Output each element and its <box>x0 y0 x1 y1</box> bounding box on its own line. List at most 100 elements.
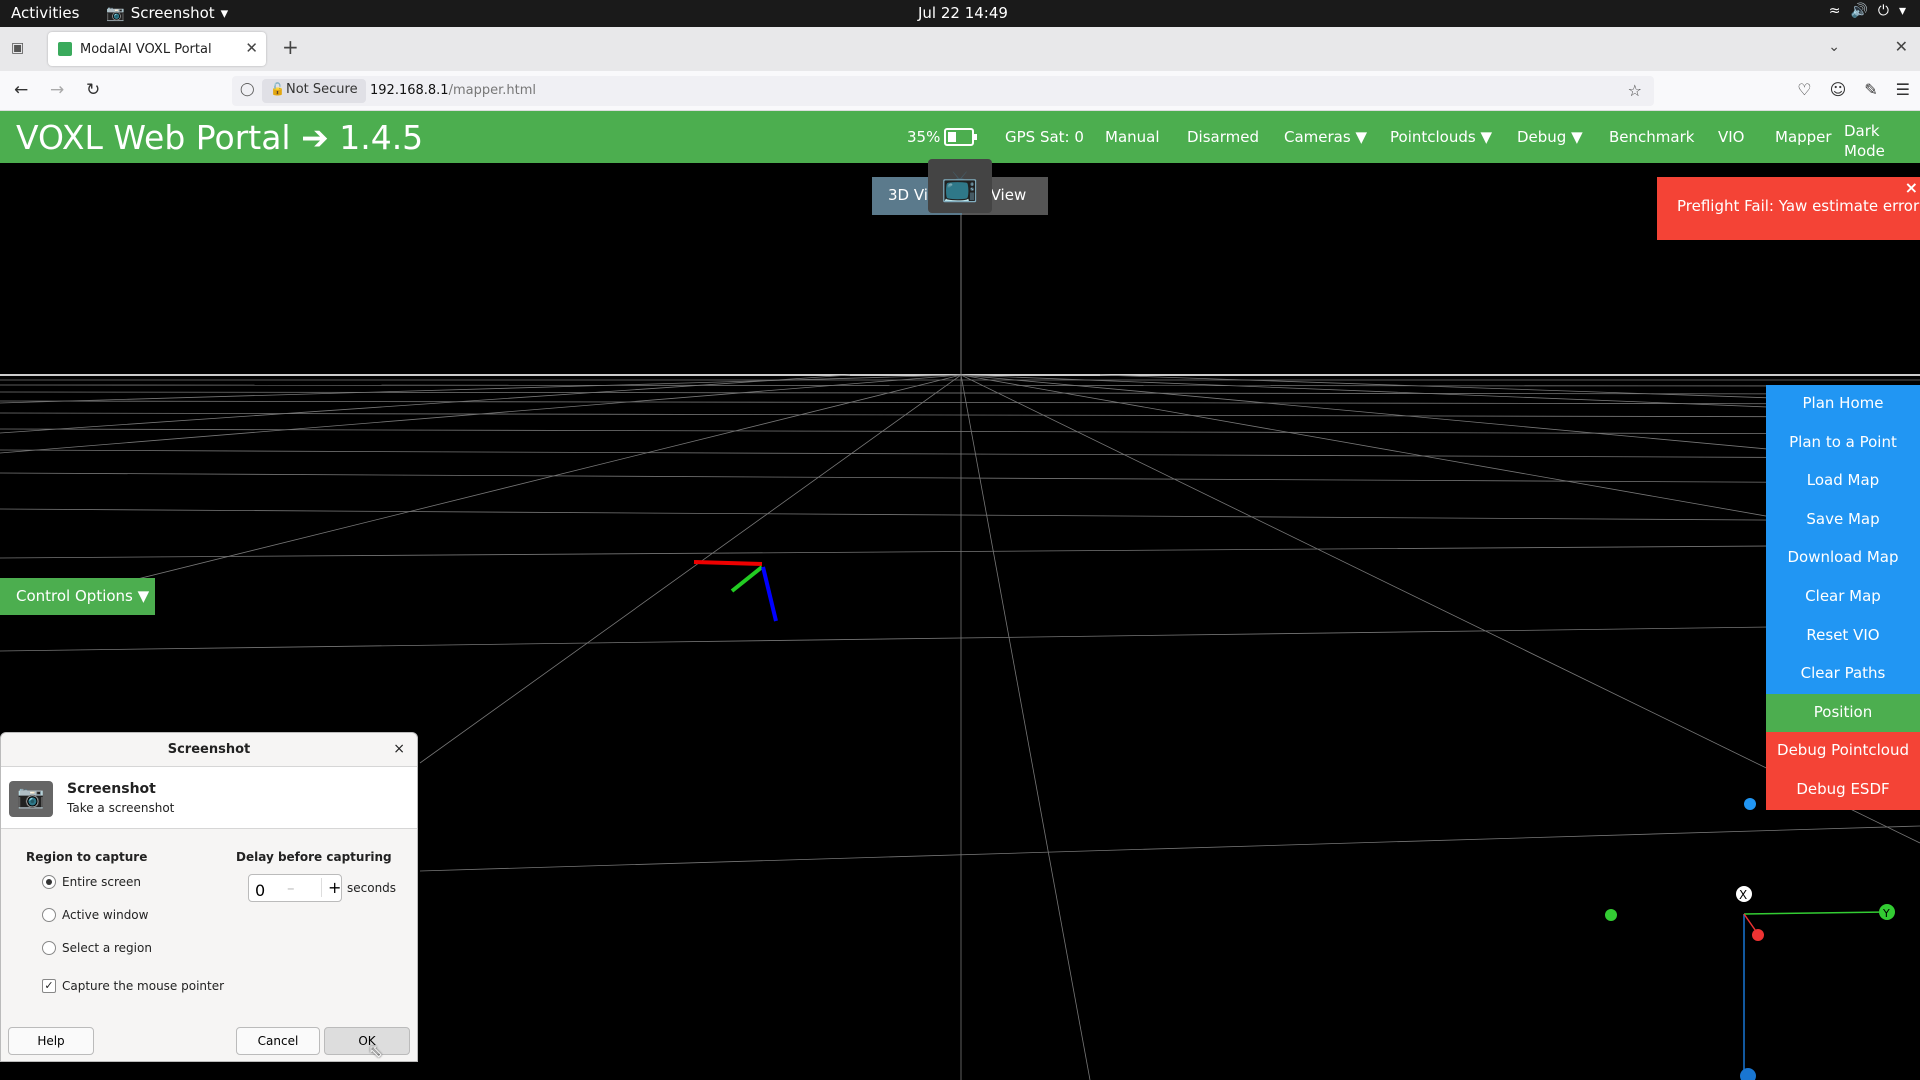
nav-pointclouds[interactable]: Pointclouds ▼ <box>1390 128 1492 146</box>
power-icon: ⏻ <box>1877 3 1889 19</box>
radio-window-label: Active window <box>62 908 149 922</box>
close-tab-icon[interactable]: ✕ <box>245 39 258 57</box>
nav-vio[interactable]: VIO <box>1718 128 1745 146</box>
delay-spinner[interactable]: 0 – + <box>248 874 342 902</box>
reload-icon[interactable]: ↻ <box>86 80 100 100</box>
dialog-head-subtitle: Take a screenshot <box>67 801 175 815</box>
tv-icon[interactable]: 📺 <box>928 159 992 213</box>
dialog-head-title: Screenshot <box>67 781 156 797</box>
extensions-icon[interactable]: ✎ <box>1864 80 1877 99</box>
menu-item-plan-to-a-point[interactable]: Plan to a Point <box>1766 423 1920 463</box>
drone-z-axis <box>761 566 778 622</box>
shield-icon[interactable]: ◯ <box>240 82 255 97</box>
nav-debug[interactable]: Debug ▼ <box>1517 128 1583 146</box>
dark-mode-line2: Mode <box>1844 142 1885 160</box>
nav-cameras[interactable]: Cameras ▼ <box>1284 128 1367 146</box>
flight-mode: Manual <box>1105 128 1160 146</box>
preflight-alert: Preflight Fail: Yaw estimate error × <box>1657 177 1920 240</box>
tab-list-icon[interactable]: ▣ <box>11 40 24 56</box>
mouse-pointer-icon: ⬁ <box>368 1041 384 1062</box>
menu-item-plan-home[interactable]: Plan Home <box>1766 385 1920 424</box>
radio-select-region[interactable]: Select a region <box>42 941 152 955</box>
menu-item-debug-pointcloud[interactable]: Debug Pointcloud <box>1766 732 1920 771</box>
gizmo-y-label: Y <box>1882 907 1890 920</box>
activities-button[interactable]: Activities <box>11 4 79 22</box>
increment-icon[interactable]: + <box>321 878 341 897</box>
battery-icon <box>944 128 978 146</box>
menu-item-position[interactable]: Position <box>1766 693 1920 733</box>
browser-tab[interactable]: ModalAI VOXL Portal ✕ <box>48 32 266 66</box>
forward-icon[interactable]: → <box>50 80 64 100</box>
capture-pointer-label: Capture the mouse pointer <box>62 979 225 993</box>
help-button[interactable]: Help <box>8 1027 94 1055</box>
app-menu[interactable]: 📷 Screenshot ▾ <box>106 4 228 22</box>
insecure-lock-icon: 🔓 <box>270 82 285 96</box>
caret-down-icon: ▾ <box>1898 3 1906 19</box>
url-bar[interactable]: ◯ 🔓 Not Secure 192.168.8.1/mapper.html ☆ <box>232 76 1654 106</box>
radio-off-icon <box>42 908 56 922</box>
portal-brand[interactable]: VOXL Web Portal ➔ 1.4.5 <box>16 118 423 157</box>
account-icon[interactable]: ☺ <box>1830 80 1847 99</box>
close-window-icon[interactable]: ✕ <box>1895 37 1908 56</box>
alert-text: Preflight Fail: Yaw estimate error <box>1677 197 1920 215</box>
radio-region-label: Select a region <box>62 941 152 955</box>
dialog-close-icon[interactable]: × <box>393 741 405 757</box>
drone-x-axis <box>693 560 763 566</box>
gizmo-x-label: X <box>1739 888 1747 902</box>
gizmo-green-dot <box>1605 909 1617 921</box>
region-label: Region to capture <box>26 850 148 864</box>
bookmark-star-icon[interactable]: ☆ <box>1628 81 1642 100</box>
not-secure-badge[interactable]: 🔓 Not Secure <box>262 79 366 103</box>
drone-y-axis <box>730 565 764 593</box>
dialog-title: Screenshot <box>167 742 251 757</box>
radio-entire-label: Entire screen <box>62 875 141 889</box>
decrement-icon[interactable]: – <box>287 879 295 897</box>
clock[interactable]: Jul 22 14:49 <box>918 4 1008 22</box>
camera-icon: 📷 <box>106 4 125 22</box>
app-menu-label: Screenshot <box>130 4 215 22</box>
arm-status: Disarmed <box>1187 128 1259 146</box>
nav-mapper[interactable]: Mapper <box>1775 128 1832 146</box>
hamburger-menu-icon[interactable]: ☰ <box>1896 80 1910 99</box>
nav-benchmark[interactable]: Benchmark <box>1609 128 1694 146</box>
menu-item-reset-vio[interactable]: Reset VIO <box>1766 616 1920 656</box>
portal-header: VOXL Web Portal ➔ 1.4.5 35% GPS Sat: 0 M… <box>0 111 1920 163</box>
gnome-top-bar: Activities 📷 Screenshot ▾ Jul 22 14:49 ≈… <box>0 0 1920 27</box>
cancel-button[interactable]: Cancel <box>236 1027 320 1055</box>
volume-icon: 🔊 <box>1850 3 1868 19</box>
ok-button[interactable]: OK <box>324 1027 410 1055</box>
control-options-button[interactable]: Control Options ▼ <box>0 578 155 615</box>
back-icon[interactable]: ← <box>14 80 28 100</box>
not-secure-label: Not Secure <box>286 82 358 97</box>
menu-item-clear-map[interactable]: Clear Map <box>1766 577 1920 617</box>
url-text[interactable]: 192.168.8.1/mapper.html <box>370 83 536 98</box>
capture-pointer-checkbox[interactable]: ✓ Capture the mouse pointer <box>42 979 224 993</box>
dark-mode-toggle[interactable]: Dark Mode <box>1844 121 1885 161</box>
battery-text: 35% <box>907 128 941 146</box>
alert-close-icon[interactable]: × <box>1905 178 1918 197</box>
tab-title: ModalAI VOXL Portal <box>80 41 212 57</box>
menu-item-save-map[interactable]: Save Map <box>1766 500 1920 540</box>
list-tabs-icon[interactable]: ⌄ <box>1828 39 1840 55</box>
seconds-label: seconds <box>347 881 397 895</box>
new-tab-icon[interactable]: + <box>282 35 299 59</box>
menu-item-load-map[interactable]: Load Map <box>1766 462 1920 501</box>
gizmo-z-handle <box>1740 1068 1756 1080</box>
menu-item-download-map[interactable]: Download Map <box>1766 539 1920 578</box>
menu-item-clear-paths[interactable]: Clear Paths <box>1766 655 1920 694</box>
menu-item-debug-esdf[interactable]: Debug ESDF <box>1766 770 1920 810</box>
checkmark-icon: ✓ <box>42 979 56 993</box>
radio-entire-screen[interactable]: Entire screen <box>42 875 141 889</box>
url-path: /mapper.html <box>448 83 536 98</box>
radio-active-window[interactable]: Active window <box>42 908 148 922</box>
screenshot-dialog: Screenshot × 📷 Screenshot Take a screens… <box>0 732 418 1062</box>
mapper-menu: Plan Home Plan to a Point Load Map Save Map… <box>1766 385 1920 810</box>
system-tray[interactable]: ≈ 🔊 ⏻ ▾ <box>1829 3 1906 19</box>
battery-indicator: 35% <box>907 128 978 146</box>
radio-on-icon <box>42 875 56 889</box>
delay-value[interactable]: 0 <box>255 881 265 900</box>
gizmo-red-dot <box>1752 929 1764 941</box>
dark-mode-line1: Dark <box>1844 122 1880 140</box>
radio-off-icon <box>42 941 56 955</box>
pocket-icon[interactable]: ♡ <box>1797 80 1811 99</box>
